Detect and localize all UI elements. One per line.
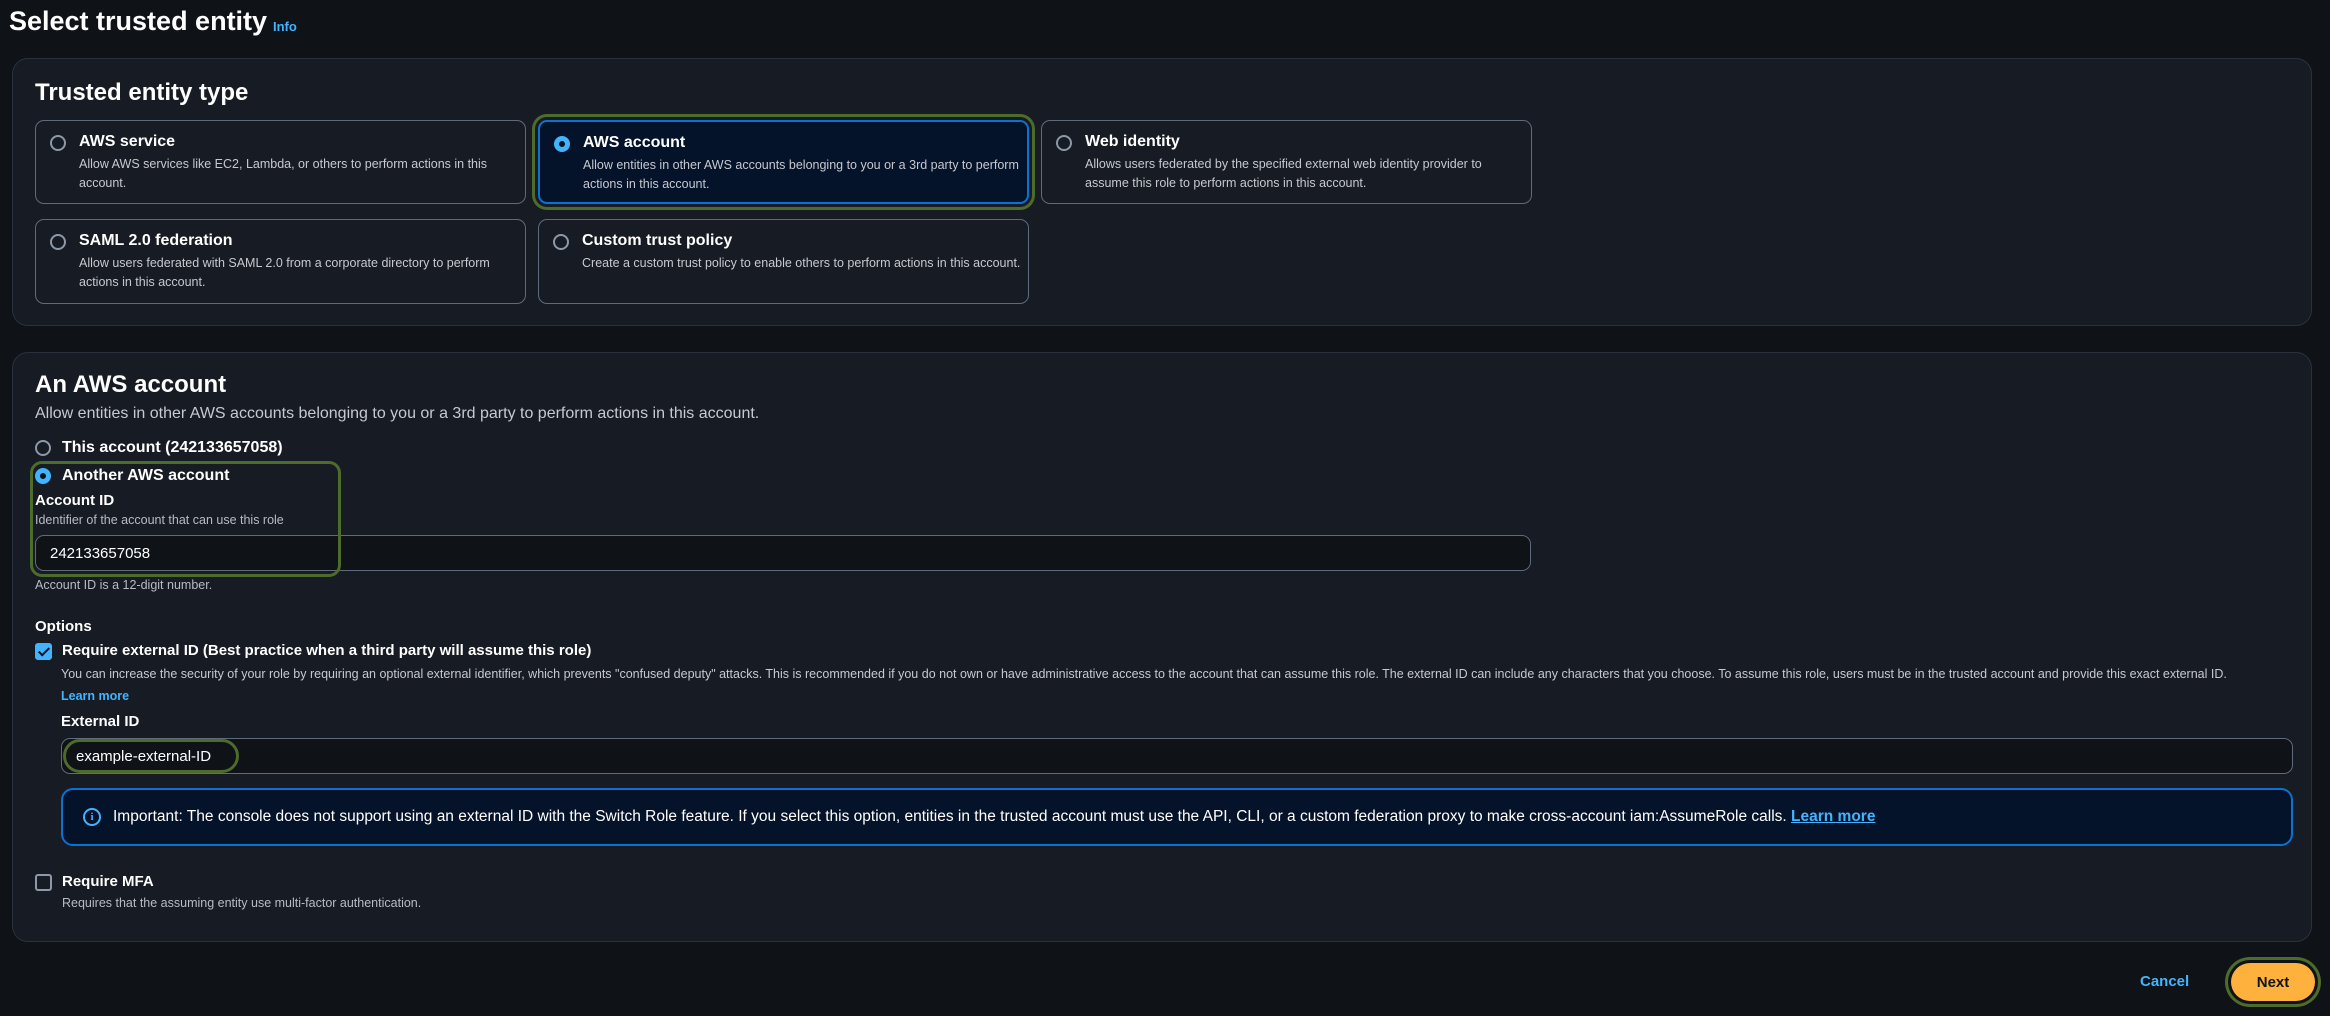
- another-account-radio[interactable]: [35, 468, 51, 484]
- alert-message: Important: The console does not support …: [113, 808, 1787, 825]
- aws-account-section-title: An AWS account: [35, 371, 227, 398]
- custom-trust-policy-radio[interactable]: [553, 234, 569, 250]
- option-custom-trust-policy[interactable]: Custom trust policy Create a custom trus…: [538, 219, 1029, 304]
- require-mfa-checkbox[interactable]: [35, 874, 52, 891]
- custom-trust-policy-description: Create a custom trust policy to enable o…: [582, 256, 1021, 270]
- trusted-entity-type-panel: Trusted entity type AWS service Allow AW…: [12, 58, 2312, 326]
- options-label: Options: [35, 618, 92, 635]
- external-id-label: External ID: [61, 713, 140, 730]
- require-external-id-description: You can increase the security of your ro…: [61, 663, 2261, 707]
- external-id-value: example-external-ID: [76, 747, 212, 765]
- saml-federation-title: SAML 2.0 federation: [79, 232, 233, 249]
- option-aws-service[interactable]: AWS service Allow AWS services like EC2,…: [35, 120, 526, 204]
- next-button[interactable]: Next: [2231, 963, 2315, 1001]
- option-saml-federation[interactable]: SAML 2.0 federation Allow users federate…: [35, 219, 526, 304]
- custom-trust-policy-title: Custom trust policy: [582, 232, 733, 249]
- another-account-label[interactable]: Another AWS account: [62, 467, 229, 485]
- aws-service-description: Allow AWS services like EC2, Lambda, or …: [79, 157, 488, 190]
- cancel-button[interactable]: Cancel: [2140, 973, 2189, 990]
- require-external-id-checkbox[interactable]: [35, 643, 52, 660]
- aws-account-section-description: Allow entities in other AWS accounts bel…: [35, 405, 760, 422]
- info-icon: i: [83, 808, 101, 826]
- this-account-radio[interactable]: [35, 440, 51, 456]
- external-id-learn-more-link[interactable]: Learn more: [61, 689, 129, 703]
- saml-federation-radio[interactable]: [50, 234, 66, 250]
- account-id-input[interactable]: 242133657058: [35, 535, 1531, 571]
- alert-text: Important: The console does not support …: [113, 808, 1875, 826]
- option-web-identity[interactable]: Web identity Allows users federated by t…: [1041, 120, 1532, 204]
- option-aws-account[interactable]: AWS account Allow entities in other AWS …: [538, 120, 1029, 204]
- external-id-info-alert: i Important: The console does not suppor…: [61, 788, 2293, 846]
- info-link[interactable]: Info: [273, 19, 297, 34]
- aws-account-title: AWS account: [583, 134, 686, 151]
- external-id-input[interactable]: example-external-ID: [61, 738, 2293, 774]
- require-external-id-description-text: You can increase the security of your ro…: [61, 667, 2227, 681]
- alert-learn-more-link[interactable]: Learn more: [1791, 808, 1875, 825]
- account-id-value: 242133657058: [50, 544, 151, 562]
- aws-service-radio[interactable]: [50, 135, 66, 151]
- aws-account-radio[interactable]: [554, 136, 570, 152]
- account-id-description: Identifier of the account that can use t…: [35, 513, 284, 527]
- account-id-hint: Account ID is a 12-digit number.: [35, 578, 213, 592]
- saml-federation-description: Allow users federated with SAML 2.0 from…: [79, 256, 490, 289]
- aws-service-title: AWS service: [79, 133, 176, 150]
- web-identity-description: Allows users federated by the specified …: [1085, 157, 1482, 190]
- account-id-label: Account ID: [35, 492, 115, 509]
- web-identity-radio[interactable]: [1056, 135, 1072, 151]
- web-identity-title: Web identity: [1085, 133, 1180, 150]
- this-account-label[interactable]: This account (242133657058): [62, 439, 283, 457]
- aws-account-panel: An AWS account Allow entities in other A…: [12, 352, 2312, 942]
- require-mfa-label[interactable]: Require MFA: [62, 873, 154, 890]
- page-title: Select trusted entity: [9, 6, 268, 36]
- aws-account-description: Allow entities in other AWS accounts bel…: [583, 158, 1019, 191]
- require-external-id-label[interactable]: Require external ID (Best practice when …: [62, 642, 591, 659]
- require-mfa-description: Requires that the assuming entity use mu…: [62, 896, 422, 910]
- trusted-entity-type-title: Trusted entity type: [35, 79, 249, 106]
